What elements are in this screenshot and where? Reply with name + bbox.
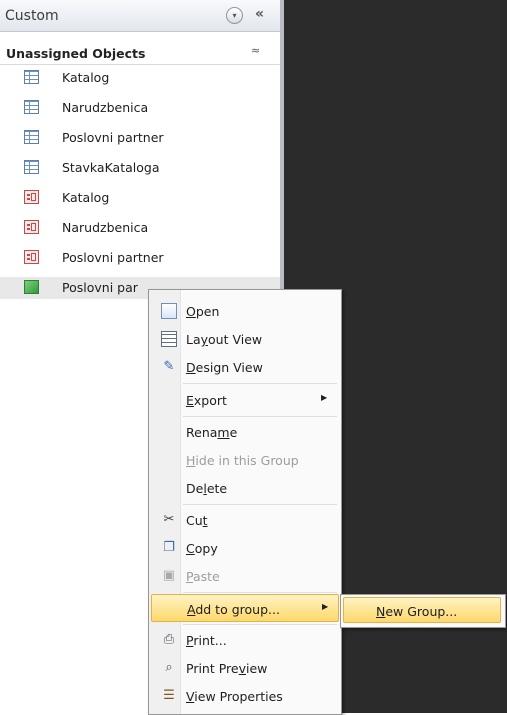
menu-item-label: Design View	[186, 360, 263, 375]
table-icon	[24, 70, 39, 84]
menu-item-label: Copy	[186, 541, 218, 556]
context-menu: Open Layout View ✎ Design View Export ▶ …	[148, 289, 342, 715]
object-label: Poslovni par	[62, 280, 138, 295]
object-label: StavkaKataloga	[62, 160, 160, 175]
collapse-icon[interactable]: «	[255, 6, 264, 22]
report-icon	[24, 280, 39, 294]
menu-item-label: Rename	[186, 425, 238, 440]
design-view-icon: ✎	[163, 359, 175, 374]
menu-item-label: Hide in this Group	[186, 453, 299, 468]
group-title: Unassigned Objects	[6, 46, 146, 61]
menu-item-label: New Group...	[376, 604, 458, 619]
menu-item-hide-in-group: Hide in this Group	[151, 446, 339, 474]
group-collapse-icon[interactable]: ≈	[251, 44, 260, 57]
menu-item-label: Add to group...	[187, 602, 280, 617]
menu-item-copy[interactable]: ❐ Copy	[151, 534, 339, 562]
menu-item-label: Export	[186, 393, 227, 408]
menu-item-design-view[interactable]: ✎ Design View	[151, 353, 339, 381]
menu-item-label: Paste	[186, 569, 220, 584]
form-icon	[24, 190, 39, 204]
form-icon	[24, 220, 39, 234]
open-icon	[161, 303, 177, 319]
list-item[interactable]: Katalog	[0, 67, 280, 89]
menu-item-label: View Properties	[186, 689, 283, 704]
menu-item-paste: ▣ Paste	[151, 562, 339, 590]
nav-pane-header: Custom ▾ «	[0, 0, 280, 32]
print-preview-icon: ⌕	[165, 660, 173, 675]
menu-item-rename[interactable]: Rename	[151, 418, 339, 446]
list-item[interactable]: Katalog	[0, 187, 280, 209]
menu-item-new-group[interactable]: New Group...	[343, 597, 501, 623]
copy-icon: ❐	[163, 540, 175, 555]
menu-separator	[183, 504, 337, 505]
paste-icon: ▣	[162, 568, 176, 583]
menu-item-label: Layout View	[186, 332, 263, 347]
nav-pane-title[interactable]: Custom	[5, 8, 59, 24]
scissors-icon: ✂	[163, 512, 175, 527]
menu-item-print-preview[interactable]: ⌕ Print Preview	[151, 654, 339, 682]
object-label: Narudzbenica	[62, 220, 149, 235]
menu-separator	[183, 383, 337, 384]
list-item[interactable]: Narudzbenica	[0, 97, 280, 119]
layout-view-icon	[161, 331, 177, 347]
object-label: Narudzbenica	[62, 100, 149, 115]
menu-item-export[interactable]: Export ▶	[151, 386, 339, 414]
menu-item-layout-view[interactable]: Layout View	[151, 325, 339, 353]
menu-item-open[interactable]: Open	[151, 297, 339, 325]
menu-separator	[183, 624, 337, 625]
table-icon	[24, 130, 39, 144]
object-label: Katalog	[62, 70, 110, 85]
table-icon	[24, 160, 39, 174]
menu-item-label: Cut	[186, 513, 208, 528]
group-header[interactable]: Unassigned Objects ≈	[0, 43, 280, 65]
menu-item-print[interactable]: ⎙ Print...	[151, 626, 339, 654]
list-item[interactable]: Poslovni partner	[0, 127, 280, 149]
menu-item-view-properties[interactable]: ☰ View Properties	[151, 682, 339, 710]
menu-item-delete[interactable]: Delete	[151, 474, 339, 502]
table-icon	[24, 100, 39, 114]
menu-item-label: Open	[186, 304, 220, 319]
list-item[interactable]: Poslovni partner	[0, 247, 280, 269]
menu-item-cut[interactable]: ✂ Cut	[151, 506, 339, 534]
menu-separator	[183, 592, 337, 593]
menu-separator	[183, 416, 337, 417]
object-label: Katalog	[62, 190, 110, 205]
submenu-arrow-icon: ▶	[322, 602, 329, 611]
properties-icon: ☰	[163, 688, 175, 703]
list-item[interactable]: Narudzbenica	[0, 217, 280, 239]
add-to-group-submenu: New Group...	[340, 594, 506, 628]
form-icon	[24, 250, 39, 264]
object-label: Poslovni partner	[62, 250, 164, 265]
menu-item-label: Delete	[186, 481, 228, 496]
menu-item-add-to-group[interactable]: Add to group... ▶	[151, 594, 339, 622]
list-item[interactable]: StavkaKataloga	[0, 157, 280, 179]
chevron-down-icon[interactable]: ▾	[226, 7, 243, 24]
menu-item-label: Print...	[186, 633, 227, 648]
submenu-arrow-icon: ▶	[321, 393, 328, 402]
menu-item-label: Print Preview	[186, 661, 268, 676]
object-label: Poslovni partner	[62, 130, 164, 145]
printer-icon: ⎙	[163, 632, 175, 647]
